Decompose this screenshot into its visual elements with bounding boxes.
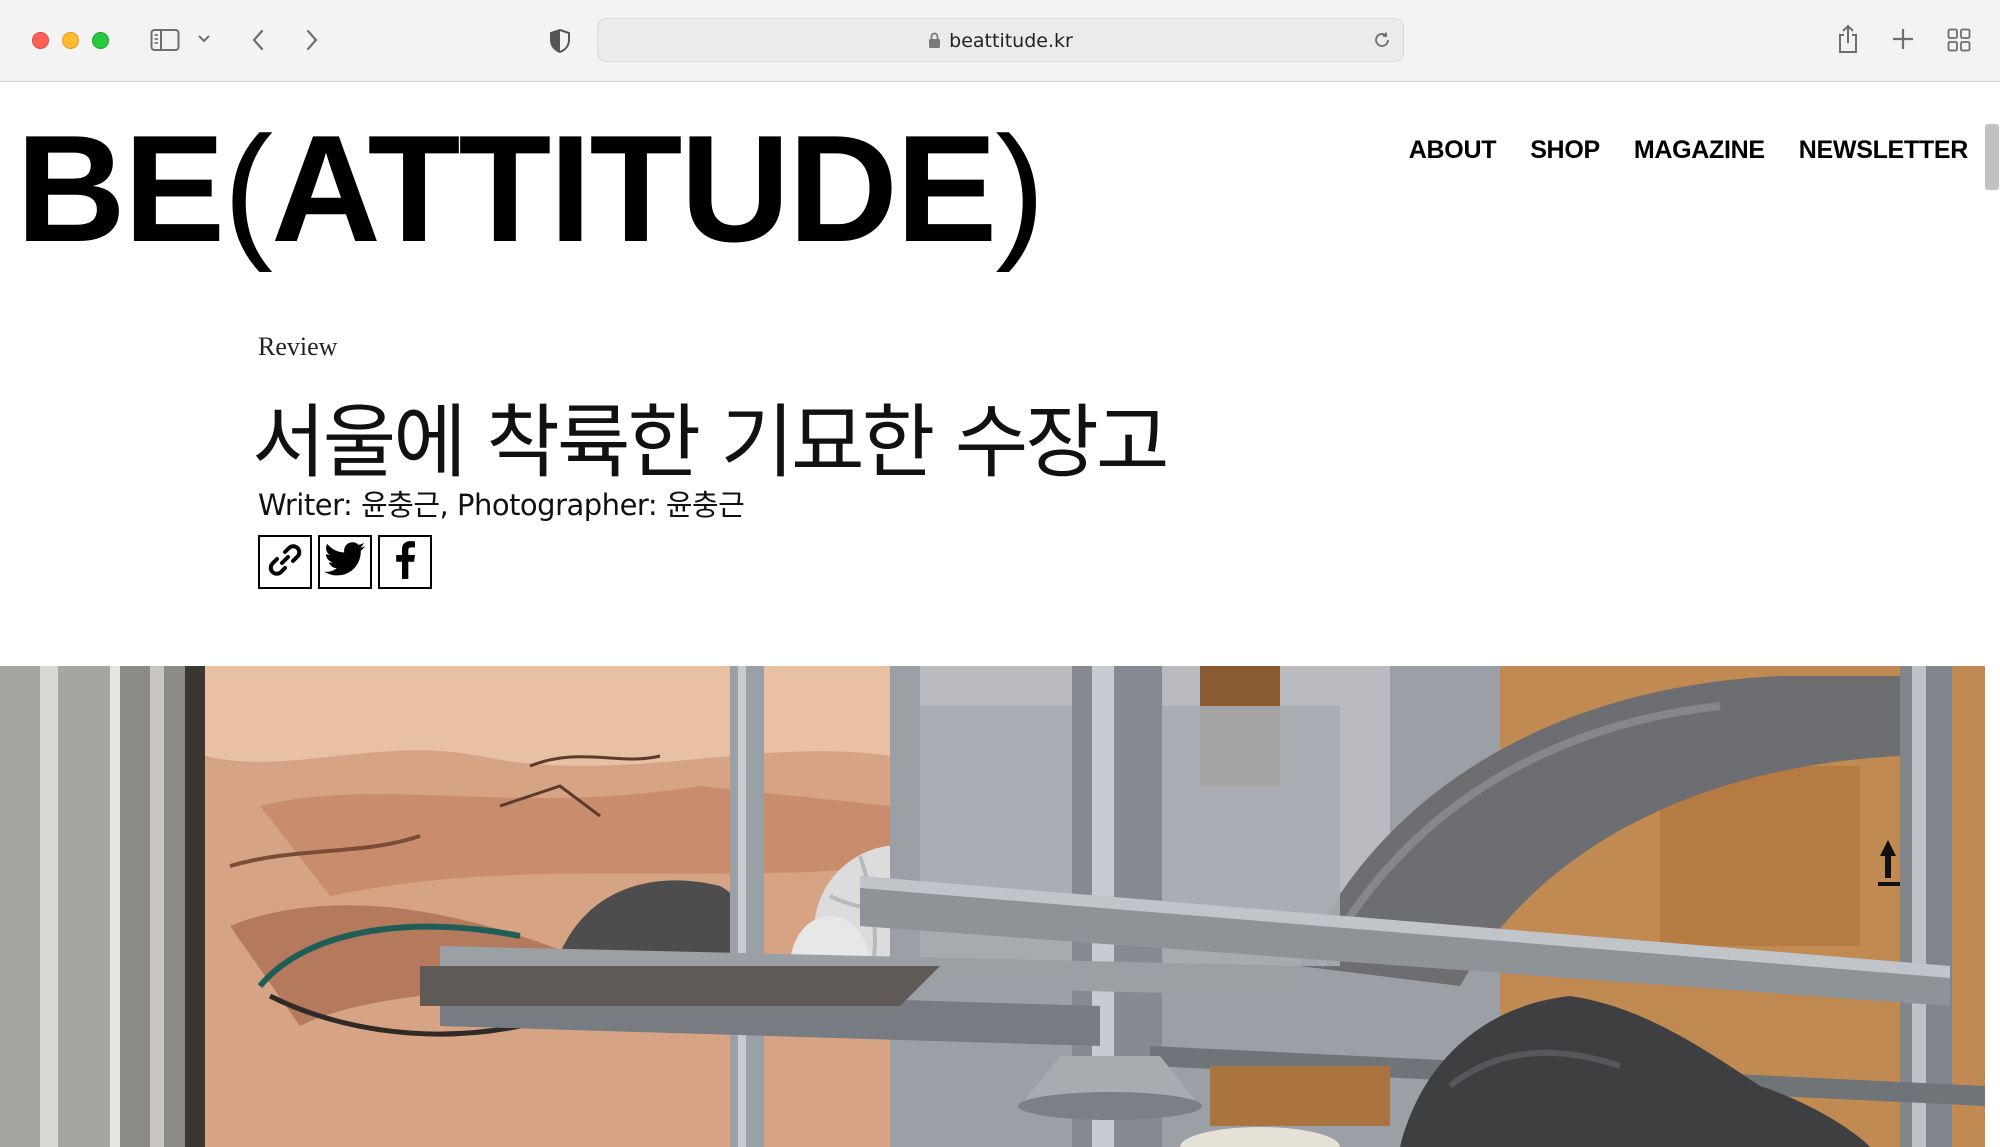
nav-magazine-link[interactable]: MAGAZINE <box>1634 136 1765 165</box>
tab-overview-icon[interactable] <box>1946 27 1972 53</box>
hero-photo-artwork <box>0 666 1985 1147</box>
sidebar-icon[interactable] <box>150 27 180 53</box>
close-window-button[interactable] <box>32 32 49 49</box>
hero-photo <box>0 666 1985 1147</box>
browser-toolbar: beattitude.kr <box>0 0 2000 82</box>
minimize-window-button[interactable] <box>62 32 79 49</box>
address-bar[interactable]: beattitude.kr <box>597 18 1404 62</box>
logo-attitude: ATTITUDE <box>271 104 997 274</box>
share-icon[interactable] <box>1836 22 1860 56</box>
facebook-icon <box>394 540 416 584</box>
logo-close-paren: ) <box>995 105 1045 273</box>
site-logo[interactable]: BE(ATTITUDE) <box>16 113 1045 265</box>
logo-be: BE <box>16 104 225 274</box>
main-nav: ABOUT SHOP MAGAZINE NEWSLETTER <box>1409 136 1969 165</box>
photographer-name: 윤충근 <box>665 488 745 522</box>
shield-icon[interactable] <box>546 27 574 55</box>
copy-link-button[interactable] <box>258 535 312 589</box>
nav-newsletter-link[interactable]: NEWSLETTER <box>1799 136 1969 165</box>
facebook-share-button[interactable] <box>378 535 432 589</box>
writer-label: Writer: <box>258 488 361 522</box>
article-byline: Writer: 윤충근, Photographer: 윤충근 <box>258 482 745 524</box>
nav-shop-link[interactable]: SHOP <box>1530 136 1600 165</box>
zoom-window-button[interactable] <box>92 32 109 49</box>
back-icon[interactable] <box>248 26 268 54</box>
reload-icon[interactable] <box>1371 29 1393 51</box>
new-tab-icon[interactable] <box>1891 27 1915 51</box>
nav-about-link[interactable]: ABOUT <box>1409 136 1497 165</box>
twitter-icon <box>324 541 366 583</box>
twitter-share-button[interactable] <box>318 535 372 589</box>
article-category[interactable]: Review <box>258 332 337 362</box>
link-icon <box>265 540 305 585</box>
writer-name: 윤충근 <box>360 488 440 522</box>
photographer-label: Photographer: <box>456 488 666 522</box>
byline-separator: , <box>439 488 457 522</box>
logo-open-paren: ( <box>223 105 273 273</box>
article-title: 서울에 착륙한 기묘한 수장고 <box>252 396 1169 489</box>
chevron-down-icon[interactable] <box>196 31 212 47</box>
page-scrollbar[interactable] <box>1985 124 1999 190</box>
share-buttons <box>258 535 432 589</box>
address-url: beattitude.kr <box>949 30 1073 52</box>
lock-icon <box>928 32 941 54</box>
forward-icon[interactable] <box>302 26 322 54</box>
